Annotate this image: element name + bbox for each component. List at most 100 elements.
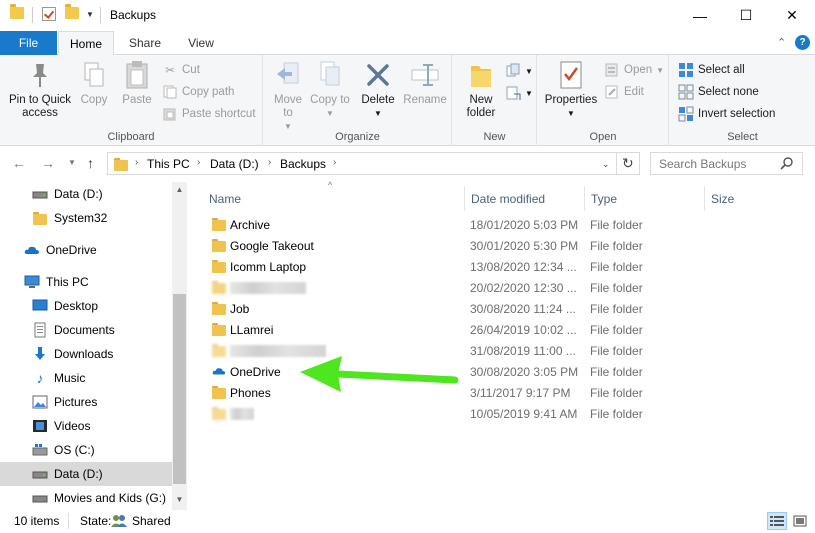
new-group: New folder ▼ ▼ New [453,55,537,146]
delete-button[interactable]: Delete ▼ [356,59,400,120]
copy-button[interactable]: Copy [74,59,114,107]
up-arrow-icon[interactable]: ↑ [87,155,94,171]
table-row[interactable]: LLamrei 26/04/2019 10:02 ... File folder [205,319,805,340]
table-row[interactable]: 10/05/2019 9:41 AM File folder [205,403,805,424]
breadcrumb-separator-icon[interactable]: › [135,157,138,168]
copy-to-chevron-icon: ▼ [326,109,334,118]
scroll-up-chevron-icon[interactable]: ▲ [172,182,187,197]
table-row[interactable]: Archive 18/01/2020 5:03 PM File folder [205,214,805,235]
divider [616,153,617,174]
table-row[interactable]: Phones 3/11/2017 9:17 PM File folder [205,382,805,403]
nav-item-label: Pictures [54,395,98,409]
copy-to-button[interactable]: Copy to ▼ [310,59,350,120]
edit-button[interactable]: Edit [604,82,644,102]
breadcrumb-data-d[interactable]: Data (D:) [210,157,259,171]
easy-access-icon [505,85,521,101]
nav-item-movies-and-kids-g[interactable]: Movies and Kids (G:) [0,486,172,510]
easy-access-button[interactable]: ▼ [505,83,533,103]
nav-item-pictures[interactable]: Pictures [0,390,172,414]
nav-item-desktop[interactable]: Desktop [0,294,172,318]
nav-item-documents[interactable]: Documents [0,318,172,342]
tab-view[interactable]: View [176,31,226,55]
table-row[interactable]: Job 30/08/2020 11:24 ... File folder [205,298,805,319]
customize-toolbar-chevron-icon[interactable]: ▼ [86,10,94,19]
close-button[interactable]: ✕ [769,0,815,31]
search-input[interactable]: Search Backups [650,152,803,175]
open-chevron-icon: ▼ [656,65,665,75]
rename-button[interactable]: Rename [402,59,448,107]
nav-item-label: This PC [46,275,89,289]
nav-item-system32[interactable]: System32 [0,206,172,230]
move-to-label: Move to [273,94,303,119]
new-folder-button[interactable]: New folder [457,59,505,120]
column-header-date[interactable]: Date modified [465,186,585,211]
refresh-icon[interactable]: ↻ [622,155,634,172]
divider [100,7,101,23]
scrollbar-thumb[interactable] [173,294,186,484]
back-arrow-icon[interactable]: ← [12,155,26,171]
new-folder-label: New folder [466,94,496,119]
maximize-button[interactable]: ☐ [723,0,769,31]
breadcrumb-backups[interactable]: Backups [280,157,326,171]
search-icon[interactable] [780,156,794,173]
address-bar[interactable]: › This PC › Data (D:) › Backups › ⌄ ↻ [107,152,640,175]
videos-icon [32,418,48,434]
collapse-ribbon-chevron-icon[interactable]: ⌃ [777,36,786,49]
address-history-chevron-icon[interactable]: ⌄ [602,159,610,170]
pin-to-quick-access-button[interactable]: Pin to Quick access [6,59,74,120]
properties-quick-icon[interactable] [42,7,56,21]
invert-selection-button[interactable]: Invert selection [678,104,775,124]
nav-item-data-d-selected[interactable]: Data (D:) [0,462,172,486]
tab-home[interactable]: Home [58,31,114,56]
cut-button[interactable]: ✂ Cut [162,60,200,80]
scroll-down-chevron-icon[interactable]: ▼ [172,492,187,507]
file-name: LLamrei [230,323,274,337]
drive-icon [32,466,48,482]
paste-shortcut-button[interactable]: Paste shortcut [162,104,256,124]
help-icon[interactable]: ? [795,35,810,50]
file-date: 30/08/2020 11:24 ... [470,302,576,316]
select-all-button[interactable]: Select all [678,60,745,80]
folder-icon [212,217,226,231]
tab-share[interactable]: Share [120,31,170,55]
forward-arrow-icon[interactable]: → [41,155,55,171]
paste-button[interactable]: Paste [116,59,158,107]
recent-locations-chevron-icon[interactable]: ▼ [68,158,76,167]
nav-item-videos[interactable]: Videos [0,414,172,438]
nav-item-music[interactable]: ♪ Music [0,366,172,390]
breadcrumb-separator-icon[interactable]: › [333,157,336,168]
open-button[interactable]: Open ▼ [604,60,664,80]
properties-button[interactable]: Properties ▼ [542,59,600,120]
minimize-button[interactable]: — [677,0,723,31]
nav-item-label: OneDrive [46,243,97,257]
breadcrumb-this-pc[interactable]: This PC [147,157,190,171]
column-header-size[interactable]: Size [705,186,805,211]
breadcrumb-separator-icon[interactable]: › [197,157,200,168]
nav-item-downloads[interactable]: Downloads [0,342,172,366]
delete-label: Delete [361,94,395,106]
details-view-icon[interactable] [767,512,787,530]
folder-icon [114,158,128,171]
nav-item-onedrive[interactable]: OneDrive [0,238,172,262]
large-icons-view-icon[interactable] [790,512,810,530]
copy-path-button[interactable]: Copy path [162,82,234,102]
table-row[interactable]: Google Takeout 30/01/2020 5:30 PM File f… [205,235,805,256]
table-row[interactable]: Icomm Laptop 13/08/2020 12:34 ... File f… [205,256,805,277]
table-row[interactable]: OneDrive 30/08/2020 3:05 PM File folder [205,361,805,382]
table-row[interactable]: 20/02/2020 12:30 ... File folder [205,277,805,298]
tab-file[interactable]: File [0,31,57,55]
open-label: Open [624,64,653,76]
column-header-name[interactable]: Name [203,186,465,211]
table-row[interactable]: 31/08/2019 11:00 ... File folder [205,340,805,361]
copy-label: Copy [80,94,108,106]
nav-item-data-d[interactable]: Data (D:) [0,182,172,206]
nav-scrollbar[interactable]: ▲ ▼ [172,182,187,510]
new-item-button[interactable]: ▼ [505,61,533,81]
breadcrumb-separator-icon[interactable]: › [268,157,271,168]
move-to-button[interactable]: Move to ▼ [268,59,308,133]
new-folder-quick-icon[interactable] [65,4,79,19]
select-none-button[interactable]: Select none [678,82,759,102]
nav-item-os-c[interactable]: OS (C:) [0,438,172,462]
column-header-type[interactable]: Type [585,186,705,211]
nav-item-this-pc[interactable]: This PC [0,270,172,294]
